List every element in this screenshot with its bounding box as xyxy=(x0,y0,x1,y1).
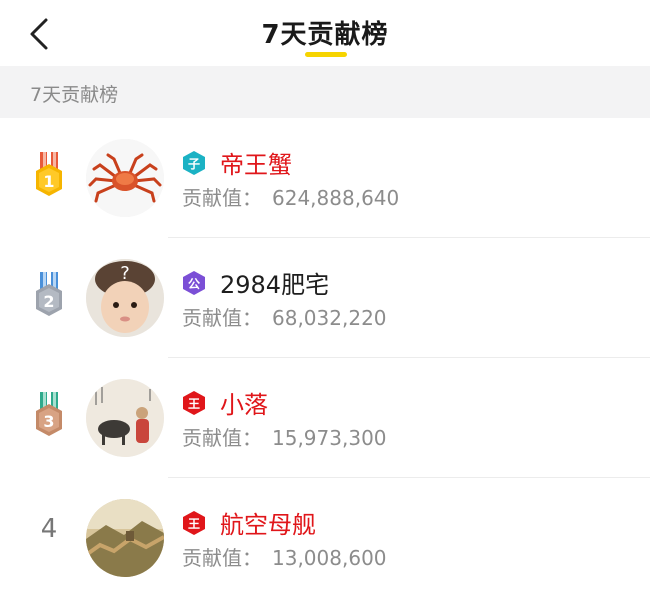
contribution-value: 贡献值： 15,973,300 xyxy=(182,422,387,451)
rank-badge-icon: 王 xyxy=(183,391,205,415)
rank-badge-icon: 王 xyxy=(183,511,205,535)
svg-text:3: 3 xyxy=(43,412,54,431)
svg-text:王: 王 xyxy=(188,517,200,531)
svg-text:1: 1 xyxy=(43,172,54,191)
contribution-value: 贡献值： 624,888,640 xyxy=(182,182,399,211)
svg-text:?: ? xyxy=(120,263,130,284)
crab-avatar[interactable] xyxy=(86,139,164,217)
painting-avatar[interactable] xyxy=(86,379,164,457)
section-header: 7天贡献榜 xyxy=(0,66,650,118)
ranking-row[interactable]: 4 王 航空母舰 贡献值： 13,008,600 xyxy=(0,478,650,598)
top-bar: 7天贡献榜 xyxy=(0,0,650,66)
great-wall-avatar[interactable] xyxy=(86,499,164,577)
contribution-number: 68,032,220 xyxy=(272,306,387,330)
silver-medal-icon: 2 xyxy=(36,272,62,316)
svg-text:公: 公 xyxy=(188,277,200,291)
svg-text:王: 王 xyxy=(188,397,200,411)
user-name[interactable]: 帝王蟹 xyxy=(220,145,292,180)
bronze-medal-icon: 3 xyxy=(36,392,62,436)
page-title: 7天贡献榜 xyxy=(261,20,389,50)
section-label: 7天贡献榜 xyxy=(30,84,119,106)
rank-number: 4 xyxy=(40,514,58,544)
gold-medal-icon: 1 xyxy=(36,152,62,196)
title-underline-indicator xyxy=(305,52,347,57)
svg-text:2: 2 xyxy=(43,292,54,311)
rank-badge-icon: 公 xyxy=(183,271,205,295)
contribution-label: 贡献值： xyxy=(182,426,262,450)
contribution-number: 15,973,300 xyxy=(272,426,387,450)
baby-avatar[interactable]: ? xyxy=(86,259,164,337)
ranking-row[interactable]: 2 ? 公 2984肥宅 贡献值： 68,032,220 xyxy=(0,238,650,358)
user-name[interactable]: 2984肥宅 xyxy=(220,265,329,300)
contribution-label: 贡献值： xyxy=(182,546,262,570)
ranking-list: 1 子 帝王蟹 贡献值： 624,888,640 2 ? 公 2984肥宅 贡献… xyxy=(0,118,650,598)
contribution-number: 624,888,640 xyxy=(272,186,400,210)
contribution-label: 贡献值： xyxy=(182,306,262,330)
contribution-label: 贡献值： xyxy=(182,186,262,210)
svg-text:子: 子 xyxy=(188,157,200,171)
contribution-value: 贡献值： 13,008,600 xyxy=(182,542,387,571)
ranking-row[interactable]: 3 王 小落 贡献值： 15,973,300 xyxy=(0,358,650,478)
contribution-value: 贡献值： 68,032,220 xyxy=(182,302,387,331)
ranking-row[interactable]: 1 子 帝王蟹 贡献值： 624,888,640 xyxy=(0,118,650,238)
user-name[interactable]: 小落 xyxy=(220,385,268,420)
contribution-number: 13,008,600 xyxy=(272,546,387,570)
user-name[interactable]: 航空母舰 xyxy=(220,505,316,540)
rank-badge-icon: 子 xyxy=(183,151,205,175)
